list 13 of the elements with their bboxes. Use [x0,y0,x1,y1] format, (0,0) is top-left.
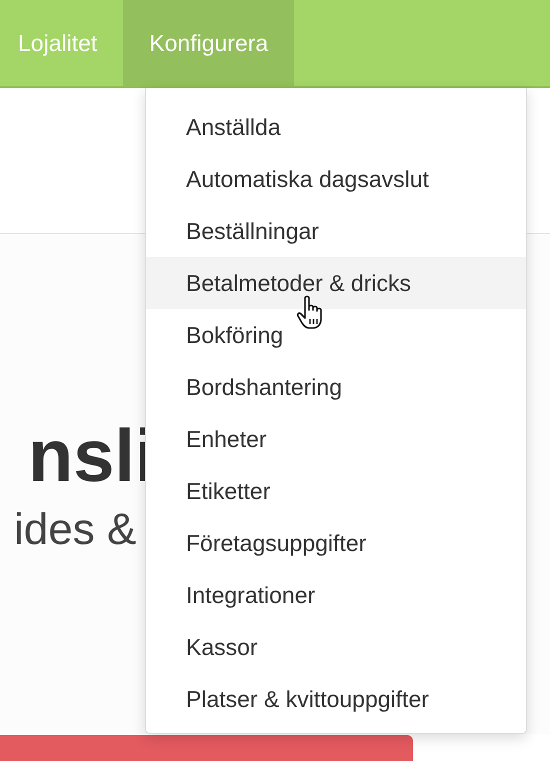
hero-subheading: ides & [14,505,136,555]
menu-item[interactable]: Bordshantering [146,361,526,413]
menu-item[interactable]: Enheter [146,413,526,465]
menu-item[interactable]: Kassor [146,621,526,673]
menu-item[interactable]: Etiketter [146,465,526,517]
menu-item[interactable]: Platser & kvittouppgifter [146,673,526,725]
menu-item[interactable]: Bokföring [146,309,526,361]
menu-item[interactable]: Betalmetoder & dricks [146,257,526,309]
menu-item[interactable]: Automatiska dagsavslut [146,153,526,205]
menu-item[interactable]: Beställningar [146,205,526,257]
menu-item[interactable]: Företagsuppgifter [146,517,526,569]
menu-item[interactable]: Anställda [146,101,526,153]
menu-item[interactable]: Integrationer [146,569,526,621]
